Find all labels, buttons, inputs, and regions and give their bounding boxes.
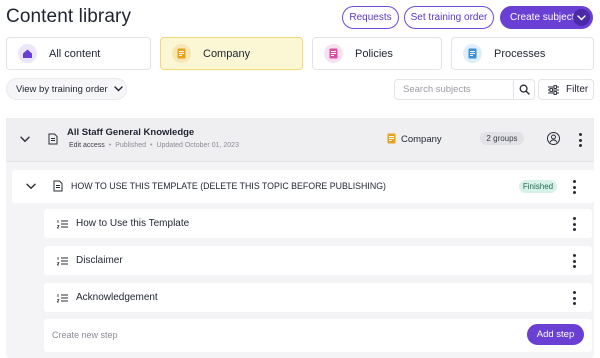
step-label: Disclaimer (76, 255, 123, 266)
company-doc-icon (172, 44, 191, 63)
ordered-list-icon (57, 293, 68, 303)
step-row[interactable]: Disclaimer (44, 246, 592, 275)
step-row[interactable]: Acknowledgement (44, 283, 592, 312)
view-order-dropdown[interactable]: View by training order (6, 78, 127, 100)
create-subject-label: Create subject (510, 12, 575, 23)
category-processes[interactable]: Processes (451, 37, 594, 70)
category-label: Policies (355, 47, 393, 60)
groups-badge[interactable]: 2 groups (480, 132, 524, 145)
create-subject-button[interactable]: Create subject (500, 6, 593, 29)
search-box (394, 79, 535, 100)
status-label: Published (115, 142, 146, 149)
meta-separator: • (150, 142, 153, 149)
policies-doc-icon (324, 44, 343, 63)
category-company[interactable]: Company (160, 37, 303, 70)
updated-label: Updated October 01, 2023 (156, 142, 239, 149)
access-label: Edit access (69, 142, 105, 149)
category-policies[interactable]: Policies (312, 37, 442, 70)
document-icon (48, 133, 58, 145)
chevron-down-icon[interactable] (26, 183, 36, 190)
chevron-down-icon[interactable] (573, 9, 590, 26)
step-label: Acknowledgement (76, 292, 158, 303)
company-doc-icon (387, 133, 396, 144)
user-icon[interactable] (547, 132, 560, 145)
ordered-list-icon (57, 256, 68, 266)
subject-category: Company (401, 134, 442, 145)
category-all-content[interactable]: All content (6, 37, 151, 70)
topic-row[interactable]: HOW TO USE THIS TEMPLATE (DELETE THIS TO… (12, 170, 594, 203)
step-row[interactable]: How to Use this Template (44, 209, 592, 238)
step-label: How to Use this Template (76, 218, 190, 229)
processes-doc-icon (463, 44, 482, 63)
finished-badge: Finished (519, 180, 557, 193)
category-label: All content (49, 47, 101, 60)
subject-meta: Edit access • Published • Updated Octobe… (69, 142, 239, 149)
subject-menu-icon[interactable] (578, 133, 582, 147)
meta-separator: • (108, 142, 112, 149)
add-step-button[interactable]: Add step (527, 324, 584, 345)
subject-row[interactable]: All Staff General Knowledge Edit access … (6, 118, 594, 162)
home-icon (18, 44, 37, 63)
requests-button[interactable]: Requests (342, 6, 399, 29)
topic-title[interactable]: HOW TO USE THIS TEMPLATE (DELETE THIS TO… (71, 181, 386, 191)
document-icon (53, 180, 63, 192)
filter-button[interactable]: Filter (538, 79, 594, 100)
new-step-row: Create new step Add step (44, 319, 592, 352)
view-order-label: View by training order (16, 83, 108, 95)
subject-title[interactable]: All Staff General Knowledge (67, 127, 194, 138)
topic-menu-icon[interactable] (572, 180, 576, 194)
category-label: Company (203, 47, 251, 60)
category-label: Processes (494, 47, 546, 60)
sliders-icon (548, 84, 559, 95)
page-title: Content library (6, 6, 132, 27)
search-icon[interactable] (513, 80, 534, 99)
step-menu-icon[interactable] (572, 217, 576, 231)
search-input[interactable] (395, 80, 514, 99)
step-menu-icon[interactable] (572, 254, 576, 268)
chevron-down-icon[interactable] (20, 136, 30, 143)
step-menu-icon[interactable] (572, 291, 576, 305)
filter-label: Filter (566, 84, 589, 95)
set-training-order-button[interactable]: Set training order (404, 6, 494, 29)
new-step-input[interactable]: Create new step (52, 330, 118, 340)
ordered-list-icon (57, 219, 68, 229)
chevron-down-icon (114, 86, 123, 92)
